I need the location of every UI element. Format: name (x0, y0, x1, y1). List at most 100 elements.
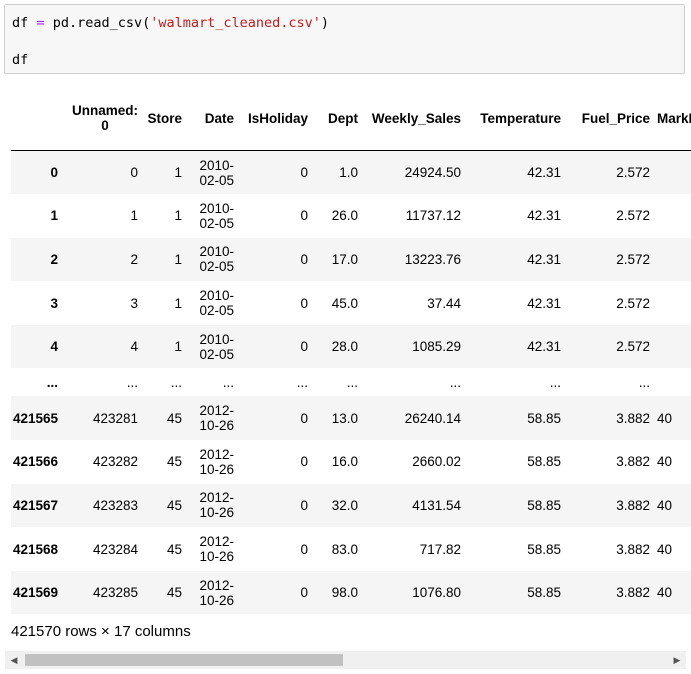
cell-isholiday: 0 (300, 410, 308, 426)
cell-store: 1 (174, 208, 182, 224)
table-row: 421567 423283 45 2012- 10-26 0 32.0 4131.54 58.8… (11, 483, 691, 528)
cell-isholiday: 0 (300, 208, 308, 224)
cell-markd: 40 (657, 410, 673, 426)
table-row: 421566 423282 45 2012- 10-26 0 16.0 2660.02 58.8… (11, 440, 691, 484)
cell-weekly-sales: 13223.76 (404, 251, 461, 267)
cell-unnamed: 423284 (92, 541, 138, 557)
cell-fuel-price: ... (638, 374, 650, 390)
cell-temperature: ... (549, 374, 561, 390)
cell-store: 1 (174, 165, 182, 181)
cell-dept: 16.0 (331, 454, 358, 470)
cell-markd: 40 (657, 454, 673, 470)
cell-fuel-price: 2.572 (616, 295, 650, 311)
column-header-store: Store (147, 110, 182, 126)
column-header-unnamed: Unnamed: 0 (71, 103, 138, 133)
cell-weekly-sales: 1076.80 (412, 585, 461, 601)
column-header-dept: Dept (328, 110, 358, 126)
column-header-isholiday: IsHoliday (247, 110, 308, 126)
cell-store: 1 (174, 295, 182, 311)
cell-store: 45 (166, 454, 182, 470)
cell-weekly-sales: 717.82 (419, 541, 461, 557)
row-index: 4 (50, 339, 58, 355)
cell-markd (657, 151, 691, 195)
cell-store: 1 (174, 251, 182, 267)
cell-unnamed: ... (126, 374, 138, 390)
cell-fuel-price: 3.882 (616, 585, 650, 601)
horizontal-scrollbar[interactable]: ◀ ▶ (5, 651, 686, 669)
row-index: 421569 (12, 585, 58, 601)
cell-date: 2012- 10-26 (199, 577, 234, 608)
cell-unnamed: 1 (130, 208, 138, 224)
cell-isholiday: 0 (300, 454, 308, 470)
cell-unnamed: 3 (130, 295, 138, 311)
cell-isholiday: 0 (300, 295, 308, 311)
cell-weekly-sales: 24924.50 (404, 165, 461, 181)
table-row: 2 2 1 2010- 02-05 0 17.0 13223.76 42.31 2.572 (11, 237, 691, 282)
cell-fuel-price: 2.572 (616, 208, 650, 224)
cell-weekly-sales: 2660.02 (412, 454, 461, 470)
cell-dept: 83.0 (331, 541, 358, 557)
row-index: 1 (50, 208, 58, 224)
cell-isholiday: 0 (300, 339, 308, 355)
row-index: 421567 (12, 497, 58, 513)
header-row: Unnamed: 0 Store Date IsHoliday Dept Week… (11, 86, 691, 151)
cell-fuel-price: 2.572 (616, 165, 650, 181)
row-index: 421566 (12, 454, 58, 470)
table-row: 421565 423281 45 2012- 10-26 0 13.0 26240.14 58.… (11, 396, 691, 441)
cell-temperature: 58.85 (527, 541, 561, 557)
dataframe-output[interactable]: Unnamed: 0 Store Date IsHoliday Dept Week… (11, 86, 691, 614)
table-row: 1 1 1 2010- 02-05 0 26.0 11737.12 42.31 2.572 (11, 194, 691, 238)
table-row: 421569 423285 45 2012- 10-26 0 98.0 1076.80 58.8… (11, 570, 691, 614)
cell-dept: 17.0 (331, 251, 358, 267)
scroll-right-arrow-icon[interactable]: ▶ (671, 654, 683, 666)
cell-date: 2010- 02-05 (199, 157, 234, 188)
cell-temperature: 58.85 (527, 410, 561, 426)
cell-fuel-price: 3.882 (616, 454, 650, 470)
cell-markd: 40 (657, 585, 673, 601)
assign-operator: = (36, 15, 45, 31)
cell-temperature: 58.85 (527, 497, 561, 513)
cell-store: 1 (174, 339, 182, 355)
cell-markd (657, 325, 691, 369)
code-cell[interactable]: df = pd.read_csv('walmart_cleaned.csv') … (4, 4, 685, 74)
cell-weekly-sales: 11737.12 (405, 208, 461, 224)
cell-temperature: 42.31 (527, 165, 561, 181)
cell-store: 45 (166, 410, 182, 426)
code-line-2: df (12, 52, 29, 68)
cell-date: ... (222, 374, 234, 390)
cell-dept: 13.0 (331, 410, 358, 426)
cell-dept: 28.0 (331, 339, 358, 355)
ellipsis-row: ........................... (11, 368, 691, 396)
cell-markd (657, 281, 691, 325)
cell-dept: 1.0 (339, 165, 358, 181)
cell-date: 2010- 02-05 (199, 244, 234, 275)
cell-isholiday: ... (296, 374, 308, 390)
table-row: 3 3 1 2010- 02-05 0 45.0 37.44 42.31 2.572 (11, 281, 691, 325)
cell-unnamed: 423281 (92, 410, 138, 426)
cell-weekly-sales: 1085.29 (412, 339, 461, 355)
cell-weekly-sales: 37.44 (427, 295, 461, 311)
cell-dept: 26.0 (331, 208, 358, 224)
table-row: 0 0 1 2010- 02-05 0 1.0 24924.50 42.31 2.572 (11, 150, 691, 195)
column-header-date: Date (204, 110, 234, 126)
cell-fuel-price: 3.882 (616, 497, 650, 513)
cell-fuel-price: 2.572 (616, 251, 650, 267)
column-header-fuel-price: Fuel_Price (581, 110, 650, 126)
cell-markd (657, 194, 691, 238)
cell-isholiday: 0 (300, 165, 308, 181)
filename-string: 'walmart_cleaned.csv' (150, 15, 321, 31)
cell-date: 2012- 10-26 (199, 403, 234, 434)
cell-weekly-sales: 4131.54 (412, 497, 461, 513)
cell-weekly-sales: 26240.14 (404, 410, 461, 426)
cell-temperature: 58.85 (527, 454, 561, 470)
scrollbar-thumb[interactable] (25, 654, 343, 666)
cell-temperature: 42.31 (527, 339, 561, 355)
row-index: 0 (50, 165, 58, 181)
index-header (11, 86, 65, 151)
cell-unnamed: 423285 (92, 585, 138, 601)
cell-dept: 98.0 (331, 585, 358, 601)
scroll-left-arrow-icon[interactable]: ◀ (8, 654, 20, 666)
cell-store: 45 (166, 585, 182, 601)
row-index: 421568 (12, 541, 58, 557)
column-header-temperature: Temperature (480, 110, 561, 126)
